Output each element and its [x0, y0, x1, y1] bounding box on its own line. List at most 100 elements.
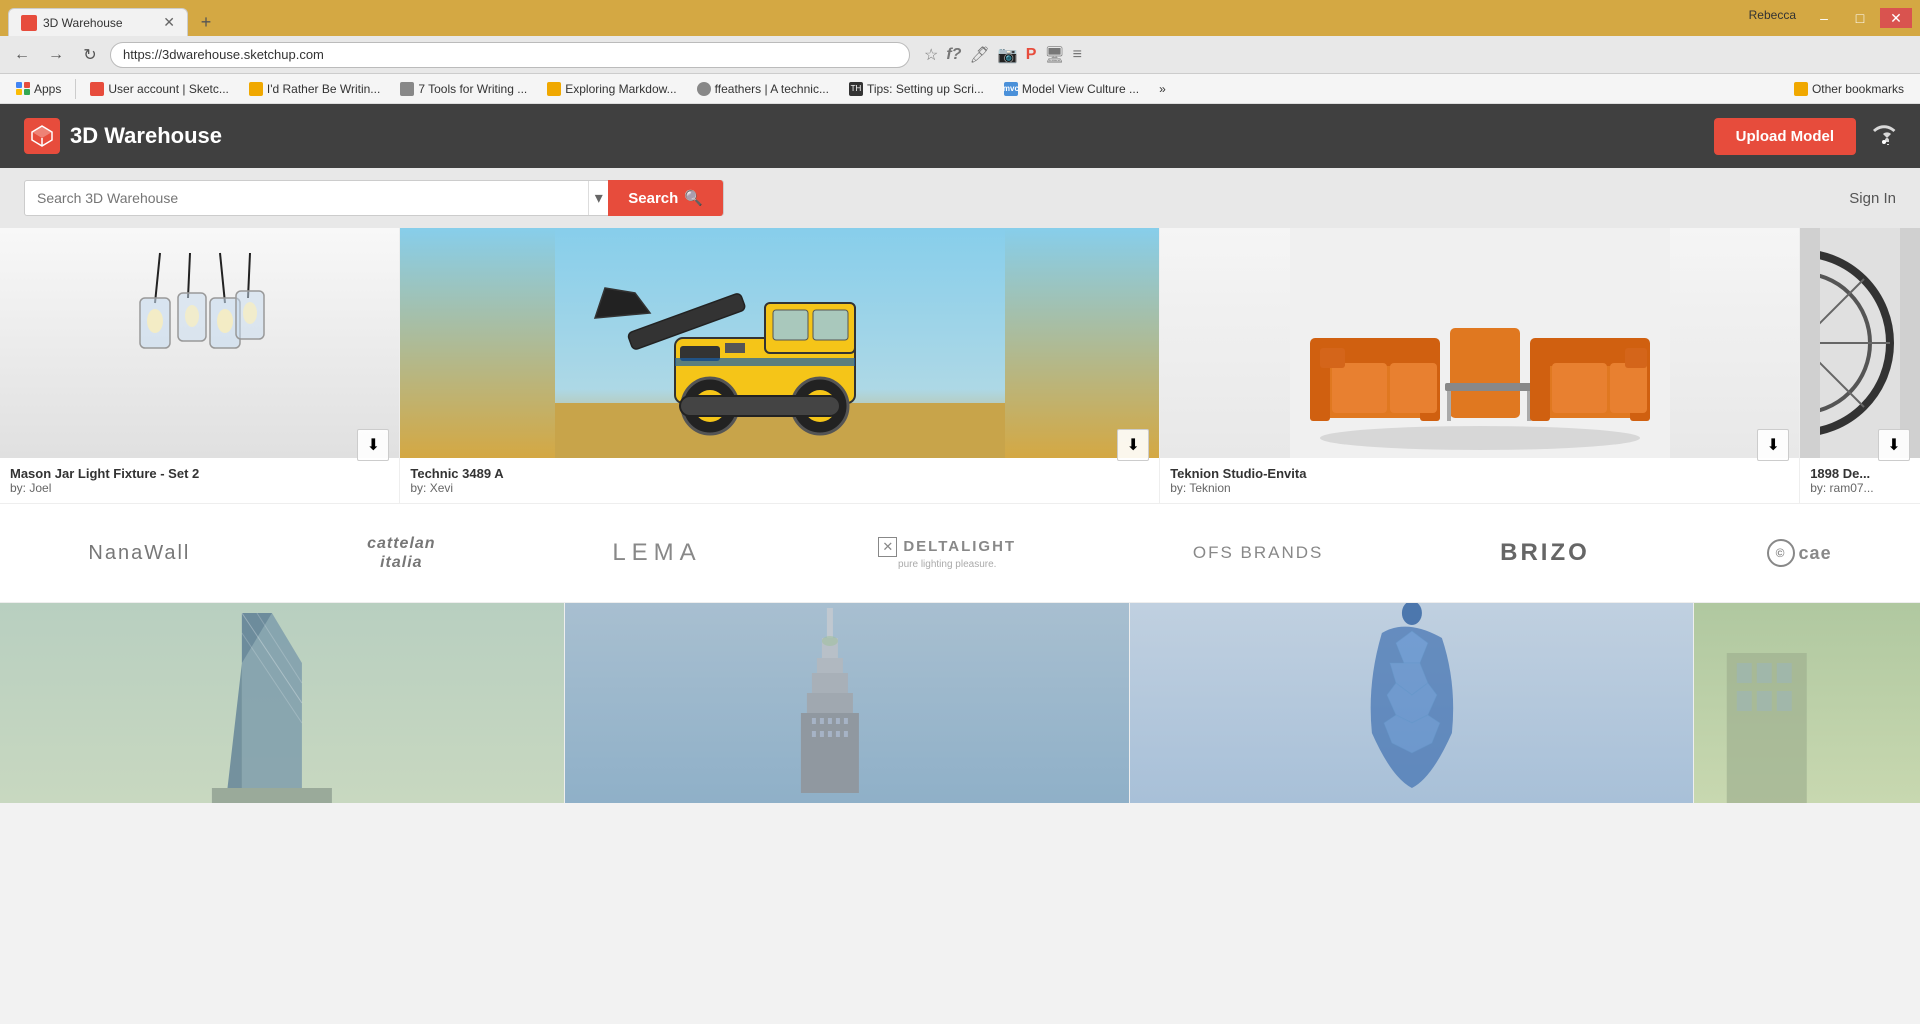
building-svg-3 — [1130, 603, 1694, 803]
bookmark-id-rather[interactable]: I'd Rather Be Writin... — [241, 80, 388, 98]
bookmark-tips[interactable]: TH Tips: Setting up Scri... — [841, 80, 992, 98]
monitor-icon[interactable]: 🖥 — [1044, 45, 1064, 65]
mason-jar-svg — [100, 243, 300, 443]
brand-cae[interactable]: © cae — [1767, 539, 1832, 567]
model-title-sofa: Teknion Studio-Envita — [1170, 466, 1789, 481]
brands-section: NanaWall cattelanitalia LEMA ✕ DELTALIGH… — [0, 503, 1920, 603]
site-header: 3D Warehouse Upload Model — [0, 104, 1920, 168]
new-tab-btn[interactable]: + — [192, 8, 220, 36]
user-label: Rebecca — [1749, 8, 1796, 28]
upload-model-btn[interactable]: Upload Model — [1714, 118, 1856, 155]
brand-brizo[interactable]: BRIZO — [1500, 539, 1590, 567]
tab-favicon — [21, 15, 37, 31]
address-bar: ← → ↻ ☆ f? 🖊 📷 P 🖥 ≡ — [0, 36, 1920, 74]
models-grid: Mason Jar Light Fixture - Set 2 by: Joel… — [0, 228, 1920, 503]
bookmark-user-label: User account | Sketc... — [108, 82, 229, 96]
brand-nanawall[interactable]: NanaWall — [88, 542, 190, 565]
star-icon[interactable]: ☆ — [924, 45, 938, 65]
building-svg-1 — [0, 603, 564, 803]
maximize-btn[interactable]: □ — [1844, 8, 1876, 28]
search-dropdown-btn[interactable]: ▾ — [588, 181, 608, 215]
search-btn-label: Search — [628, 190, 678, 207]
sign-in-link[interactable]: Sign In — [1849, 190, 1896, 207]
building-item-4[interactable] — [1694, 603, 1920, 803]
buildings-grid — [0, 603, 1920, 803]
brand-lema[interactable]: LEMA — [612, 539, 701, 567]
search-section: ▾ Search 🔍 Sign In — [0, 168, 1920, 228]
bookmark-tools-label: 7 Tools for Writing ... — [418, 82, 527, 96]
minimize-btn[interactable]: – — [1808, 8, 1840, 28]
bookmark-ffeathers[interactable]: ffeathers | A technic... — [689, 80, 837, 98]
address-input[interactable] — [110, 42, 910, 68]
model-info-partial: 1898 De... by: ram07... — [1800, 458, 1920, 503]
model-item-sofa[interactable]: Teknion Studio-Envita by: Teknion ⬇ — [1160, 228, 1800, 503]
technic-svg — [555, 228, 1005, 458]
bookmark-mvc[interactable]: mvc Model View Culture ... — [996, 80, 1147, 98]
download-btn-partial[interactable]: ⬇ — [1878, 429, 1910, 461]
active-tab[interactable]: 3D Warehouse ✕ — [8, 8, 188, 36]
model-author-sofa: by: Teknion — [1170, 481, 1789, 495]
menu-icon[interactable]: ≡ — [1073, 46, 1082, 64]
apps-grid-icon — [16, 82, 30, 96]
bookmark-more[interactable]: » — [1151, 80, 1174, 98]
model-thumb-partial — [1800, 228, 1920, 458]
model-thumb-technic — [400, 228, 1159, 458]
eyedropper-icon[interactable]: 🖊 — [969, 45, 989, 65]
bookmark-user-account[interactable]: User account | Sketc... — [82, 80, 237, 98]
model-item-mason-jar[interactable]: Mason Jar Light Fixture - Set 2 by: Joel… — [0, 228, 400, 503]
close-btn[interactable]: ✕ — [1880, 8, 1912, 28]
font-icon[interactable]: f? — [946, 46, 961, 64]
download-btn-sofa[interactable]: ⬇ — [1757, 429, 1789, 461]
model-item-partial[interactable]: 1898 De... by: ram07... ⬇ — [1800, 228, 1920, 503]
bookmark-tools-writing[interactable]: 7 Tools for Writing ... — [392, 80, 535, 98]
folder-icon-other — [1794, 82, 1808, 96]
brand-ofs[interactable]: OFS BRANDS — [1193, 543, 1324, 563]
bookmark-tips-label: Tips: Setting up Scri... — [867, 82, 984, 96]
building-item-2[interactable] — [565, 603, 1130, 803]
building-item-1[interactable] — [0, 603, 565, 803]
bookmark-apps[interactable]: Apps — [8, 80, 69, 98]
bookmark-more-label: » — [1159, 82, 1166, 96]
refresh-btn[interactable]: ↻ — [76, 41, 104, 69]
brand-cattelan[interactable]: cattelanitalia — [367, 534, 435, 572]
bookmark-favicon-1 — [90, 82, 104, 96]
camera-icon[interactable]: 📷 — [998, 45, 1018, 65]
delta-sub: pure lighting pleasure. — [898, 559, 996, 570]
download-btn-technic[interactable]: ⬇ — [1117, 429, 1149, 461]
bookmark-other[interactable]: Other bookmarks — [1786, 80, 1912, 98]
sofa-svg — [1290, 228, 1670, 458]
bookmark-exploring[interactable]: Exploring Markdow... — [539, 80, 684, 98]
back-btn[interactable]: ← — [8, 41, 36, 69]
logo-svg — [30, 124, 54, 148]
bookmark-id-rather-label: I'd Rather Be Writin... — [267, 82, 380, 96]
bookmark-apps-label: Apps — [34, 82, 61, 96]
model-author-partial: by: ram07... — [1810, 481, 1910, 495]
model-title-mason: Mason Jar Light Fixture - Set 2 — [10, 466, 389, 481]
model-item-technic[interactable]: Technic 3489 A by: Xevi ⬇ — [400, 228, 1160, 503]
bookmark-th-icon: TH — [849, 82, 863, 96]
bookmark-mvc-label: Model View Culture ... — [1022, 82, 1139, 96]
brand-deltalight[interactable]: ✕ DELTALIGHT pure lighting pleasure. — [878, 537, 1016, 570]
model-author-technic: by: Xevi — [410, 481, 1149, 495]
logo-icon — [24, 118, 60, 154]
model-title-partial: 1898 De... — [1810, 466, 1910, 481]
search-input[interactable] — [25, 190, 588, 206]
bookmark-favicon-2 — [400, 82, 414, 96]
close-tab-btn[interactable]: ✕ — [163, 14, 175, 31]
forward-btn[interactable]: → — [42, 41, 70, 69]
bookmark-exploring-label: Exploring Markdow... — [565, 82, 676, 96]
pinterest-icon[interactable]: P — [1026, 46, 1037, 64]
model-thumb-mason — [0, 228, 399, 458]
delta-text: DELTALIGHT — [903, 538, 1016, 555]
site-logo[interactable]: 3D Warehouse — [24, 118, 222, 154]
model-info-mason: Mason Jar Light Fixture - Set 2 by: Joel — [0, 458, 399, 503]
search-btn-icon: 🔍 — [684, 189, 703, 207]
model-info-sofa: Teknion Studio-Envita by: Teknion — [1160, 458, 1799, 503]
search-btn[interactable]: Search 🔍 — [608, 180, 723, 216]
wifi-icon[interactable] — [1872, 121, 1896, 151]
model-thumb-sofa — [1160, 228, 1799, 458]
cae-circle-icon: © — [1767, 539, 1795, 567]
building-item-3[interactable] — [1130, 603, 1695, 803]
delta-box-icon: ✕ — [878, 537, 897, 557]
download-btn-mason[interactable]: ⬇ — [357, 429, 389, 461]
